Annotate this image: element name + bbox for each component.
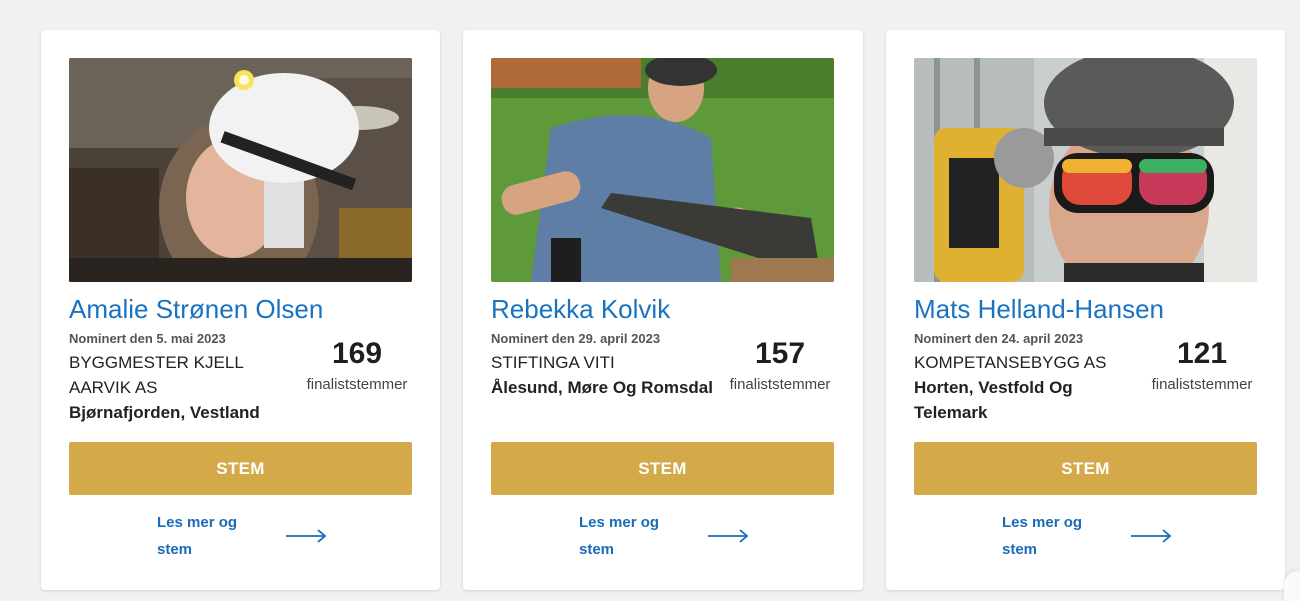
- candidate-card: Mats Helland-Hansen Nominert den 24. apr…: [886, 30, 1285, 590]
- read-more-link[interactable]: Les mer og stem: [157, 508, 337, 564]
- location: Bjørnafjorden, Vestland: [69, 403, 260, 422]
- read-more-link[interactable]: Les mer og stem: [579, 508, 759, 564]
- candidate-photo[interactable]: [491, 58, 834, 282]
- vote-counter: 121 finaliststemmer: [1147, 331, 1257, 395]
- candidate-name[interactable]: Amalie Strønen Olsen: [69, 293, 412, 325]
- candidate-meta: Nominert den 5. mai 2023 BYGGMESTER KJEL…: [69, 331, 412, 439]
- location: Ålesund, Møre Og Romsdal: [491, 378, 713, 397]
- vote-count-label: finaliststemmer: [1151, 376, 1253, 393]
- vote-count: 121: [1176, 337, 1228, 370]
- arrow-right-icon: [708, 529, 749, 543]
- arrow-right-icon: [1131, 529, 1172, 543]
- read-more-link[interactable]: Les mer og stem: [1002, 508, 1182, 564]
- candidate-photo[interactable]: [914, 58, 1257, 282]
- vote-count: 157: [754, 337, 806, 370]
- candidate-name[interactable]: Mats Helland-Hansen: [914, 293, 1257, 325]
- read-more-label: Les mer og stem: [579, 514, 660, 558]
- read-more-label: Les mer og stem: [157, 514, 238, 558]
- candidate-card: Rebekka Kolvik Nominert den 29. april 20…: [463, 30, 863, 590]
- candidate-meta: Nominert den 29. april 2023 STIFTINGA VI…: [491, 331, 835, 439]
- candidate-meta: Nominert den 24. april 2023 KOMPETANSEBY…: [914, 331, 1257, 439]
- vote-count: 169: [331, 337, 383, 370]
- vote-button[interactable]: STEM: [69, 442, 412, 495]
- chat-widget-tab[interactable]: [1284, 571, 1300, 601]
- company-name: STIFTINGA VITI: [491, 353, 615, 372]
- arrow-right-icon: [286, 529, 327, 543]
- vote-button[interactable]: STEM: [914, 442, 1257, 495]
- candidate-grid: Amalie Strønen Olsen Nominert den 5. mai…: [41, 30, 1285, 590]
- location: Horten, Vestfold Og Telemark: [914, 378, 1073, 422]
- vote-counter: 157 finaliststemmer: [725, 331, 835, 395]
- candidate-photo[interactable]: [69, 58, 412, 282]
- company-name: KOMPETANSEBYGG AS: [914, 353, 1107, 372]
- vote-count-label: finaliststemmer: [306, 376, 408, 393]
- candidate-name[interactable]: Rebekka Kolvik: [491, 293, 835, 325]
- candidate-card: Amalie Strønen Olsen Nominert den 5. mai…: [41, 30, 440, 590]
- vote-counter: 169 finaliststemmer: [302, 331, 412, 395]
- read-more-label: Les mer og stem: [1002, 514, 1083, 558]
- vote-button[interactable]: STEM: [491, 442, 834, 495]
- vote-count-label: finaliststemmer: [729, 376, 831, 393]
- company-name: BYGGMESTER KJELL AARVIK AS: [69, 353, 244, 397]
